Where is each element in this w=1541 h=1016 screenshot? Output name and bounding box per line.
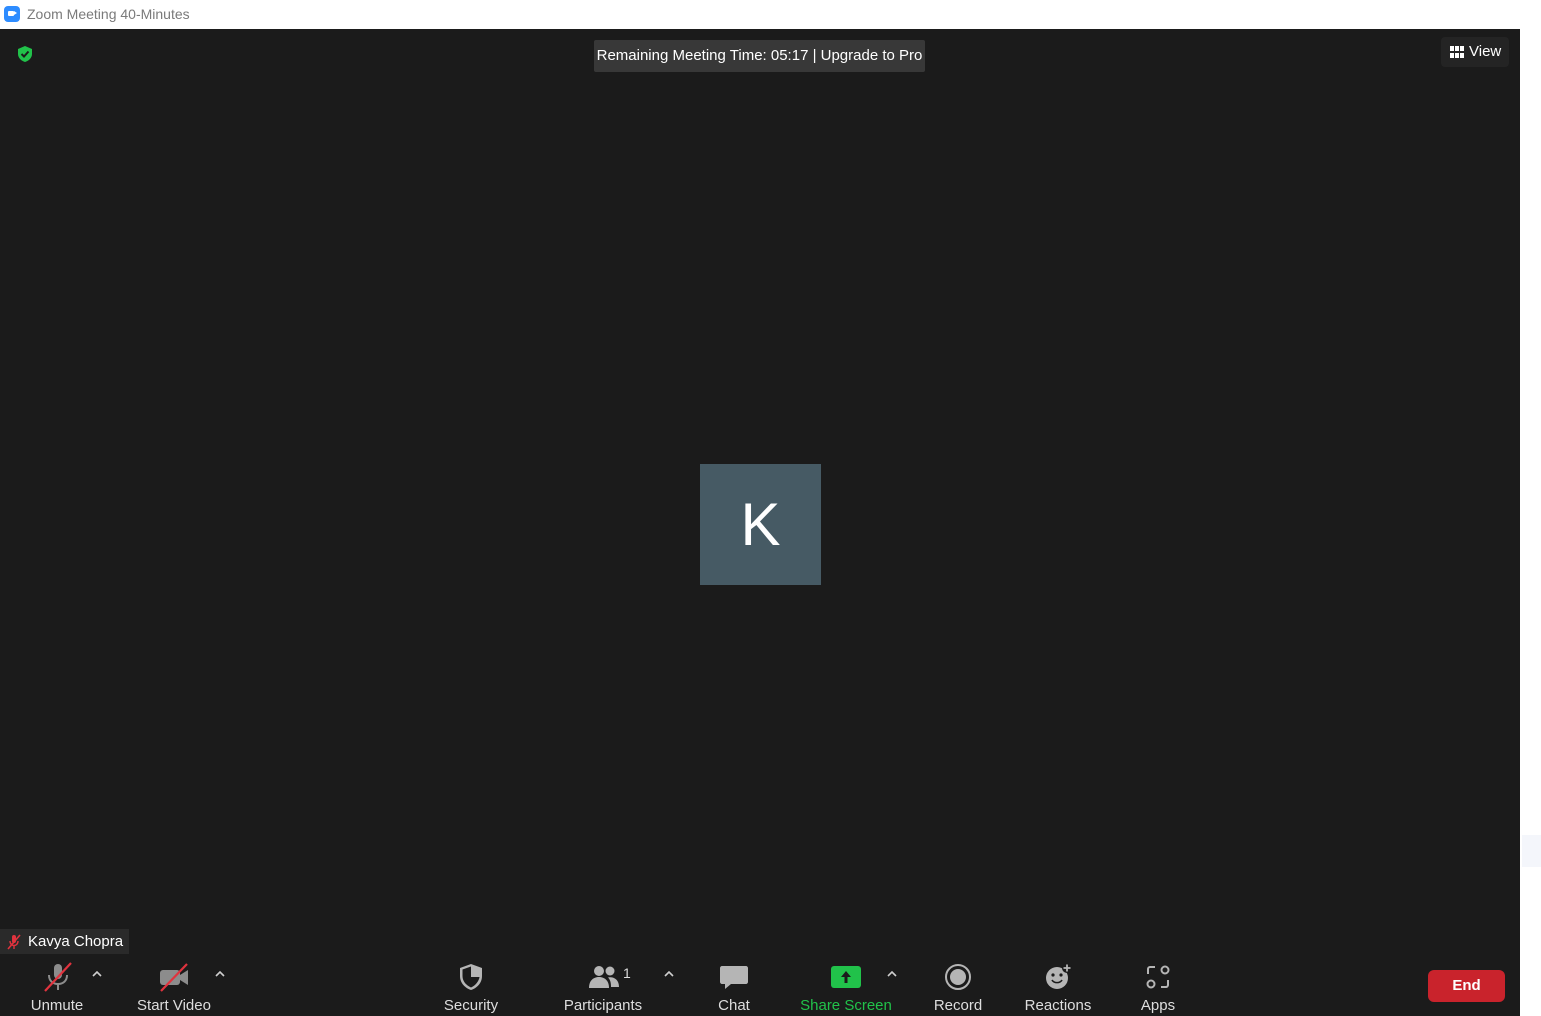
encryption-shield-icon[interactable] xyxy=(16,45,34,63)
meeting-toolbar: Unmute Start Video Security 1 Participan… xyxy=(0,958,1520,1016)
share-screen-button[interactable]: Share Screen xyxy=(786,958,906,1016)
unmute-button[interactable]: Unmute xyxy=(0,958,120,1016)
shield-icon xyxy=(460,964,482,990)
end-meeting-button[interactable]: End xyxy=(1428,970,1505,1002)
apps-label: Apps xyxy=(1140,997,1176,1014)
video-off-icon xyxy=(160,963,188,992)
audio-options-caret-icon[interactable] xyxy=(91,970,103,978)
video-options-caret-icon[interactable] xyxy=(214,970,226,978)
muted-mic-icon xyxy=(44,962,72,992)
apps-button[interactable]: Apps xyxy=(1098,958,1218,1016)
view-label: View xyxy=(1469,43,1502,60)
participants-count: 1 xyxy=(623,965,631,981)
participants-button[interactable]: 1 Participants xyxy=(543,958,663,1016)
security-button[interactable]: Security xyxy=(411,958,531,1016)
chat-label: Chat xyxy=(718,997,750,1014)
record-icon xyxy=(945,964,971,990)
window-title: Zoom Meeting 40-Minutes xyxy=(27,6,190,22)
title-bar: Zoom Meeting 40-Minutes xyxy=(0,0,1541,29)
meeting-canvas: Remaining Meeting Time: 05:17 | Upgrade … xyxy=(0,29,1520,958)
meeting-timer-banner[interactable]: Remaining Meeting Time: 05:17 | Upgrade … xyxy=(594,40,925,72)
share-options-caret-icon[interactable] xyxy=(886,970,898,978)
participant-name-tag: Kavya Chopra xyxy=(0,929,129,954)
chat-bubble-icon xyxy=(720,966,748,989)
security-label: Security xyxy=(443,997,499,1014)
view-button[interactable]: View xyxy=(1441,37,1509,67)
right-edge-strip xyxy=(1520,29,1541,1016)
participant-name: Kavya Chopra xyxy=(28,933,124,950)
unmute-label: Unmute xyxy=(30,997,84,1014)
start-video-label: Start Video xyxy=(137,997,211,1014)
muted-mic-icon xyxy=(7,934,21,950)
start-video-button[interactable]: Start Video xyxy=(114,958,234,1016)
participants-label: Participants xyxy=(563,997,643,1014)
participant-avatar: K xyxy=(700,464,821,585)
grid-view-icon xyxy=(1450,46,1464,58)
reactions-icon xyxy=(1046,963,1072,989)
edge-marker xyxy=(1522,835,1541,867)
chat-button[interactable]: Chat xyxy=(674,958,794,1016)
apps-icon xyxy=(1146,965,1170,989)
zoom-logo-icon xyxy=(4,6,20,22)
participants-icon xyxy=(589,966,619,988)
share-screen-label: Share Screen xyxy=(800,997,892,1014)
share-screen-icon xyxy=(831,966,861,988)
